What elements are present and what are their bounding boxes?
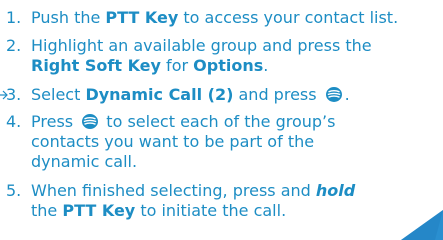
- step-text: for: [160, 56, 194, 75]
- key-name: Right Soft Key: [31, 56, 161, 75]
- step-continuation: contacts you want to be part of the: [31, 132, 315, 151]
- key-name: PTT Key: [105, 8, 179, 27]
- step-text: to select each of the group’s: [101, 112, 336, 131]
- step-text: .: [263, 56, 269, 75]
- step-continuation: dynamic call.: [31, 152, 138, 171]
- key-name: Dynamic Call (2): [85, 85, 234, 104]
- step-text: to access your contact list.: [178, 8, 399, 27]
- key-name: Options: [193, 56, 264, 75]
- step-2: 2. Highlight an available group and press…: [6, 36, 442, 76]
- step-text: and press: [233, 85, 322, 104]
- step-text: Push the: [31, 8, 106, 27]
- step-continuation: Right Soft Key for Options.: [6, 56, 442, 76]
- step-number: 3.: [6, 85, 22, 104]
- ok-key-icon: [325, 87, 342, 102]
- step-text: Select: [31, 85, 86, 104]
- key-name: PTT Key: [62, 201, 136, 220]
- step-text: When finished selecting, press and: [31, 181, 316, 200]
- step-text: to initiate the call.: [135, 201, 287, 220]
- step-number: 5.: [6, 181, 22, 200]
- step-number: 2.: [6, 36, 22, 55]
- corner-tab-decoration-icon: [401, 210, 443, 240]
- step-text: the: [31, 201, 63, 220]
- step-number: 4.: [6, 112, 22, 131]
- step-5: 5. When finished selecting, press and hol…: [6, 181, 442, 221]
- step-text: .: [344, 85, 350, 104]
- left-arrow-marker-icon: [0, 90, 8, 100]
- emphasis-text: hold: [315, 181, 356, 200]
- step-text: Press: [31, 112, 79, 131]
- step-continuation: the PTT Key to initiate the call.: [6, 201, 442, 221]
- step-3: 3. Select Dynamic Call (2) and press .: [6, 85, 442, 105]
- step-number: 1.: [6, 8, 22, 27]
- step-4: 4. Press to select each of the group’s co…: [6, 112, 442, 172]
- ok-key-icon: [82, 114, 99, 129]
- step-1: 1. Push the PTT Key to access your contac…: [6, 8, 442, 28]
- step-text: Highlight an available group and press t…: [31, 36, 372, 55]
